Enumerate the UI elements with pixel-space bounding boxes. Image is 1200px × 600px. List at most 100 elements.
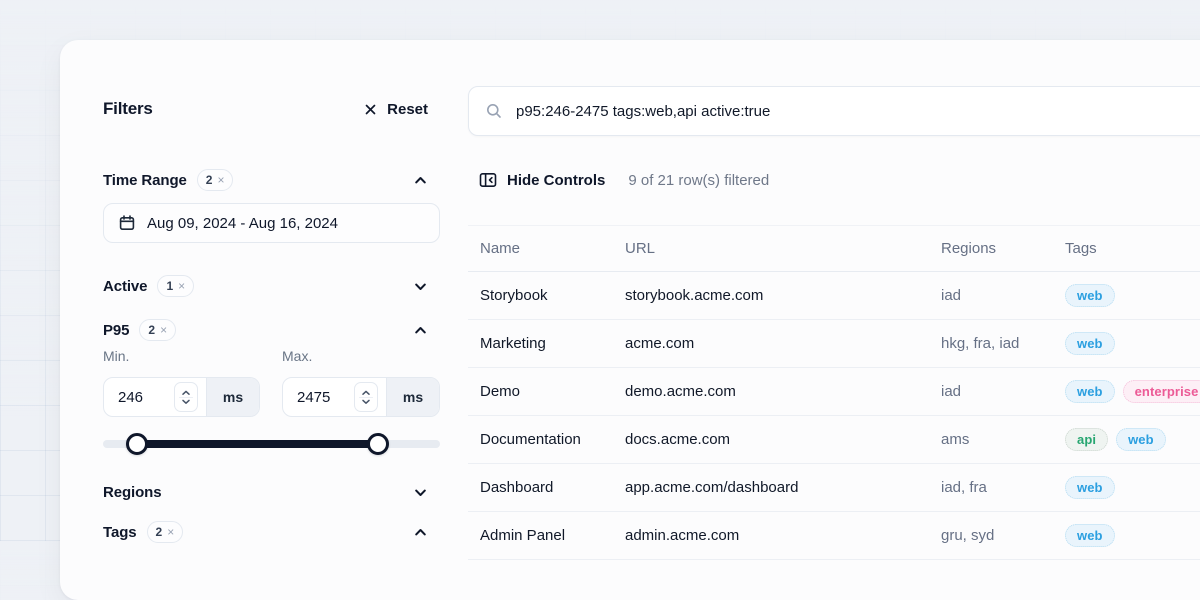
- badge-count: 1: [166, 279, 173, 293]
- filter-count-badge[interactable]: 1 ×: [157, 275, 194, 297]
- tag-badge: web: [1065, 380, 1115, 403]
- badge-count: 2: [206, 173, 213, 187]
- cell-url: demo.acme.com: [613, 383, 929, 400]
- cell-name: Marketing: [468, 335, 613, 352]
- column-header-regions: Regions: [929, 240, 1053, 257]
- cell-tags: web: [1053, 332, 1200, 355]
- badge-count: 2: [156, 525, 163, 539]
- section-label: Active: [103, 278, 147, 295]
- cell-regions: gru, syd: [929, 527, 1053, 544]
- badge-clear-icon: ×: [167, 526, 174, 538]
- max-input-group: ms: [282, 377, 440, 417]
- tag-badge: web: [1116, 428, 1166, 451]
- column-header-name: Name: [468, 240, 613, 257]
- section-label: P95: [103, 322, 129, 339]
- panel-left-close-icon: [478, 170, 498, 190]
- section-header-regions[interactable]: Regions ×: [103, 477, 440, 507]
- date-range-button[interactable]: Aug 09, 2024 - Aug 16, 2024: [103, 203, 440, 243]
- cell-name: Demo: [468, 383, 613, 400]
- minmax-labels: Min. Max.: [103, 348, 440, 368]
- slider-handle-min[interactable]: [126, 433, 148, 455]
- filter-count-badge[interactable]: 2 ×: [139, 319, 176, 341]
- tag-badge: web: [1065, 284, 1115, 307]
- badge-clear-icon: ×: [160, 324, 167, 336]
- filter-count-badge[interactable]: 2 ×: [197, 169, 234, 191]
- stepper-divider: [359, 397, 373, 398]
- min-label: Min.: [103, 348, 129, 364]
- chevron-down-icon: [413, 485, 428, 500]
- min-input-group: ms: [103, 377, 260, 417]
- max-input[interactable]: [297, 389, 348, 406]
- tag-badge: web: [1065, 332, 1115, 355]
- section-header-active[interactable]: Active 1 ×: [103, 271, 440, 301]
- reset-button[interactable]: Reset: [363, 101, 428, 118]
- search-input[interactable]: [514, 102, 1200, 121]
- cell-url: acme.com: [613, 335, 929, 352]
- cell-url: docs.acme.com: [613, 431, 929, 448]
- badge-clear-icon: ×: [217, 174, 224, 186]
- column-header-url: URL: [613, 240, 929, 257]
- column-header-tags: Tags: [1053, 240, 1200, 257]
- date-range-value: Aug 09, 2024 - Aug 16, 2024: [147, 215, 338, 232]
- table-row: Storybook storybook.acme.com iad web: [468, 272, 1200, 320]
- filters-panel: Filters Reset Time Range 2 × Aug 09: [103, 40, 440, 600]
- reset-label: Reset: [387, 101, 428, 118]
- table-row: Dashboard app.acme.com/dashboard iad, fr…: [468, 464, 1200, 512]
- table-controls: Hide Controls 9 of 21 row(s) filtered: [478, 167, 769, 193]
- cell-url: admin.acme.com: [613, 527, 929, 544]
- tag-badge: api: [1065, 428, 1108, 451]
- hide-controls-label: Hide Controls: [507, 172, 605, 189]
- hide-controls-button[interactable]: Hide Controls: [478, 170, 605, 190]
- table-row: Marketing acme.com hkg, fra, iad web: [468, 320, 1200, 368]
- chevron-up-icon: [361, 390, 371, 396]
- chevron-down-icon: [361, 399, 371, 405]
- cell-name: Documentation: [468, 431, 613, 448]
- cell-tags: apiweb: [1053, 428, 1200, 451]
- section-header-p95[interactable]: P95 2 ×: [103, 315, 440, 345]
- section-header-tags[interactable]: Tags 2 ×: [103, 517, 440, 547]
- badge-count: 2: [148, 323, 155, 337]
- page-background: { "filters_panel": { "title": "Filters",…: [0, 0, 1200, 541]
- x-icon: [363, 102, 378, 117]
- badge-clear-icon: ×: [178, 280, 185, 292]
- tag-badge: web: [1065, 524, 1115, 547]
- minmax-inputs: ms ms: [103, 377, 440, 417]
- filter-status: 9 of 21 row(s) filtered: [628, 172, 769, 189]
- table-header-row: Name URL Regions Tags: [468, 225, 1200, 272]
- chevron-down-icon: [413, 279, 428, 294]
- chevron-up-icon: [181, 390, 191, 396]
- max-label: Max.: [282, 348, 312, 364]
- search-icon: [485, 102, 503, 120]
- slider-range: [137, 440, 378, 448]
- stepper-divider: [179, 397, 193, 398]
- filter-count-badge[interactable]: 2 ×: [147, 521, 184, 543]
- table-row: Admin Panel admin.acme.com gru, syd web: [468, 512, 1200, 560]
- data-table: Name URL Regions Tags Storybook storyboo…: [468, 225, 1200, 560]
- number-stepper[interactable]: [174, 382, 198, 412]
- section-label: Tags: [103, 524, 137, 541]
- cell-regions: hkg, fra, iad: [929, 335, 1053, 352]
- cell-tags: web: [1053, 476, 1200, 499]
- section-header-time-range[interactable]: Time Range 2 ×: [103, 165, 440, 195]
- filters-panel-header: Filters Reset: [103, 95, 440, 123]
- calendar-icon: [118, 214, 136, 232]
- section-label: Regions: [103, 484, 161, 501]
- min-input-wrap: [104, 378, 206, 416]
- unit-suffix: ms: [386, 378, 439, 416]
- chevron-up-icon: [413, 525, 428, 540]
- chevron-up-icon: [413, 173, 428, 188]
- slider-handle-max[interactable]: [367, 433, 389, 455]
- chevron-up-icon: [413, 323, 428, 338]
- max-input-wrap: [283, 378, 386, 416]
- cell-url: storybook.acme.com: [613, 287, 929, 304]
- cell-name: Storybook: [468, 287, 613, 304]
- table-row: Documentation docs.acme.com ams apiweb: [468, 416, 1200, 464]
- min-input[interactable]: [118, 389, 168, 406]
- tag-badge: web: [1065, 476, 1115, 499]
- cell-url: app.acme.com/dashboard: [613, 479, 929, 496]
- unit-suffix: ms: [206, 378, 259, 416]
- number-stepper[interactable]: [354, 382, 378, 412]
- cell-tags: web: [1053, 284, 1200, 307]
- search-box: [468, 86, 1200, 136]
- chevron-down-icon: [181, 399, 191, 405]
